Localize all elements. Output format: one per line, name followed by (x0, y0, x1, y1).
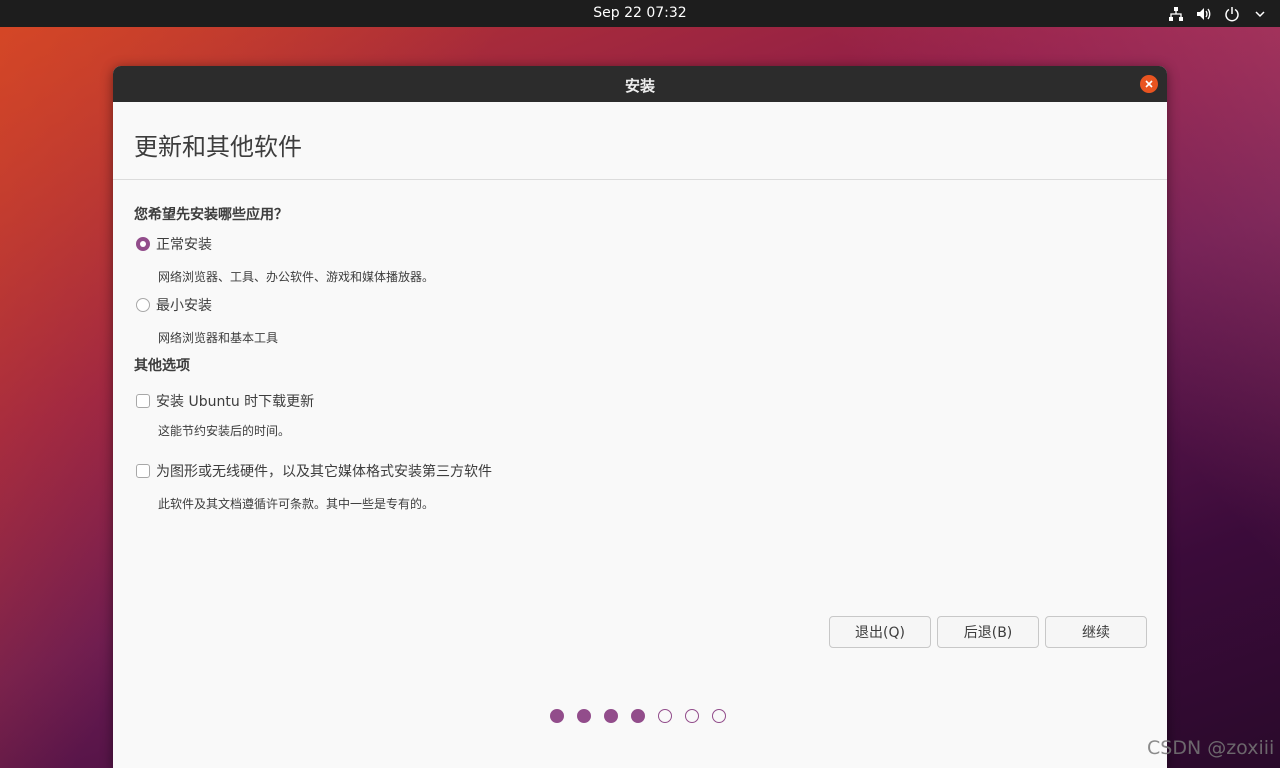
normal-install-label[interactable]: 正常安装 (156, 234, 212, 254)
download-updates-option[interactable]: 安装 Ubuntu 时下载更新 (136, 391, 314, 411)
network-icon[interactable] (1168, 6, 1184, 22)
download-updates-checkbox[interactable] (136, 394, 150, 408)
normal-install-description: 网络浏览器、工具、办公软件、游戏和媒体播放器。 (158, 270, 435, 284)
top-bar: Sep 22 07:32 (0, 0, 1280, 27)
third-party-label[interactable]: 为图形或无线硬件，以及其它媒体格式安装第三方软件 (156, 461, 492, 481)
quit-button[interactable]: 退出(Q) (829, 616, 931, 648)
install-type-question: 您希望先安装哪些应用？ (134, 207, 288, 223)
system-tray[interactable] (1168, 4, 1268, 23)
other-options-title: 其他选项 (134, 358, 190, 374)
minimal-install-description: 网络浏览器和基本工具 (158, 331, 279, 345)
close-button[interactable] (1140, 75, 1158, 93)
third-party-option[interactable]: 为图形或无线硬件，以及其它媒体格式安装第三方软件 (136, 461, 492, 481)
progress-dot (712, 709, 726, 723)
volume-icon[interactable] (1196, 6, 1212, 22)
download-updates-description: 这能节约安装后的时间。 (158, 424, 291, 438)
minimal-install-radio[interactable] (136, 298, 150, 312)
chevron-down-icon[interactable] (1252, 6, 1268, 22)
continue-button[interactable]: 继续 (1045, 616, 1147, 648)
third-party-description: 此软件及其文档遵循许可条款。其中一些是专有的。 (158, 497, 435, 511)
progress-dot (685, 709, 699, 723)
power-icon[interactable] (1224, 6, 1240, 22)
minimal-install-option[interactable]: 最小安装 (136, 295, 212, 315)
progress-dot (631, 709, 645, 723)
progress-dot (550, 709, 564, 723)
window-title: 安装 (624, 77, 655, 95)
download-updates-label[interactable]: 安装 Ubuntu 时下载更新 (156, 391, 314, 411)
progress-dot (604, 709, 618, 723)
progress-dot (577, 709, 591, 723)
window-titlebar[interactable]: 安装 (113, 66, 1167, 102)
normal-install-option[interactable]: 正常安装 (136, 234, 212, 254)
watermark: CSDN @zoxiii (1147, 737, 1275, 759)
installer-window: 安装 更新和其他软件 您希望先安装哪些应用？ 正常安装 网络浏览器、工具、办公软… (113, 66, 1167, 768)
minimal-install-label[interactable]: 最小安装 (156, 295, 212, 315)
header-divider (113, 179, 1167, 180)
close-icon (1145, 80, 1153, 88)
normal-install-radio[interactable] (136, 237, 150, 251)
progress-dot (658, 709, 672, 723)
clock[interactable]: Sep 22 07:32 (0, 5, 1280, 21)
third-party-checkbox[interactable] (136, 464, 150, 478)
back-button[interactable]: 后退(B) (937, 616, 1039, 648)
step-progress (550, 709, 726, 723)
page-title: 更新和其他软件 (134, 133, 302, 161)
